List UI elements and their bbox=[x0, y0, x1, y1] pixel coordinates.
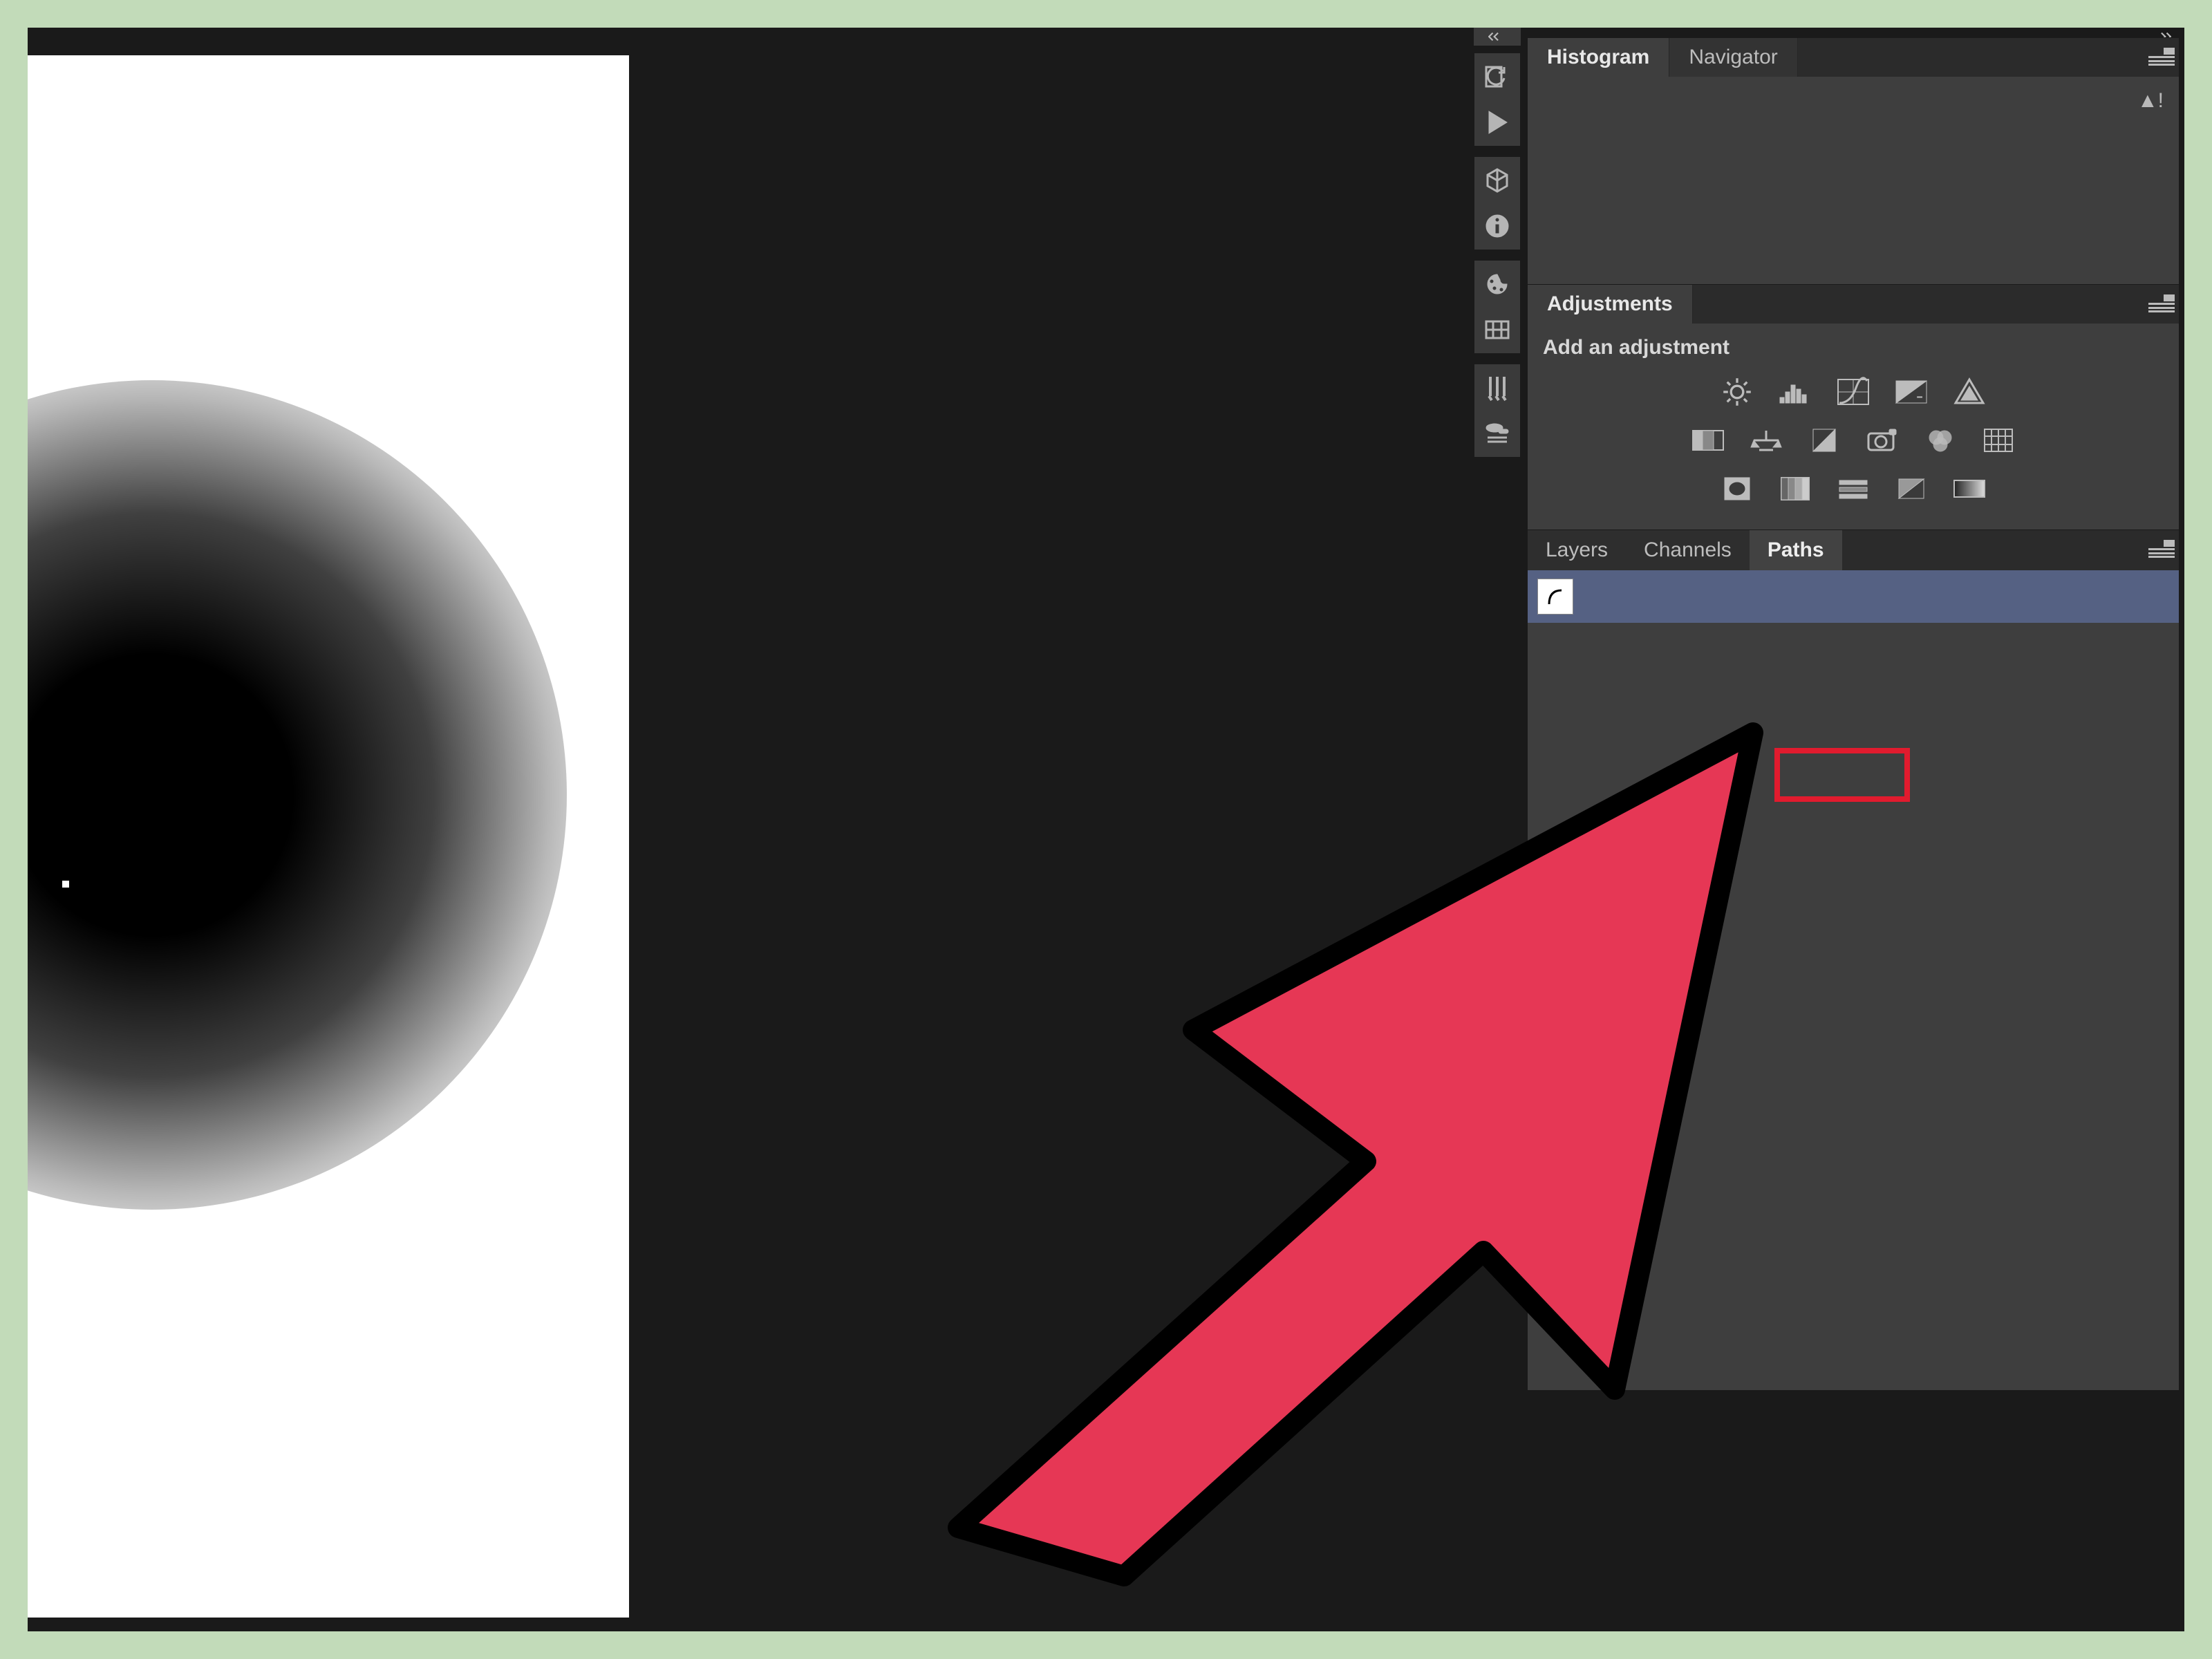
adjustments-tabrow: Adjustments bbox=[1528, 285, 2179, 324]
color-lookup-icon[interactable] bbox=[1978, 423, 2018, 458]
adjustments-row-3 bbox=[1541, 465, 2165, 513]
histogram-panel: Histogram Navigator ▲! bbox=[1528, 37, 2179, 284]
tab-spacer bbox=[1842, 530, 2179, 570]
threshold-icon[interactable] bbox=[1833, 471, 1873, 506]
tab-navigator[interactable]: Navigator bbox=[1669, 38, 1797, 77]
swatches-palette-icon[interactable] bbox=[1479, 266, 1515, 302]
tab-histogram[interactable]: Histogram bbox=[1528, 38, 1669, 77]
adjustments-body: Add an adjustment +− bbox=[1528, 324, 2179, 529]
path-anchor-point[interactable] bbox=[61, 879, 71, 889]
tutorial-highlight-box bbox=[1774, 748, 1910, 802]
panel-menu-icon[interactable] bbox=[2148, 540, 2175, 558]
app-frame: Histogram Navigator ▲! Adjustments Add a… bbox=[28, 28, 2184, 1631]
svg-text:+: + bbox=[1903, 382, 1909, 393]
levels-icon[interactable] bbox=[1775, 375, 1815, 409]
hue-saturation-icon[interactable] bbox=[1688, 423, 1728, 458]
adjustments-row-1: +− bbox=[1541, 368, 2165, 416]
history-icon[interactable] bbox=[1479, 59, 1515, 95]
icon-group-2 bbox=[1474, 156, 1521, 250]
warning-icon[interactable]: ▲! bbox=[2137, 89, 2164, 113]
invert-icon[interactable] bbox=[1717, 471, 1757, 506]
info-panel-icon[interactable] bbox=[1479, 208, 1515, 244]
icon-group-4 bbox=[1474, 364, 1521, 458]
photo-filter-icon[interactable] bbox=[1862, 423, 1902, 458]
color-grid-icon[interactable] bbox=[1479, 312, 1515, 348]
brightness-contrast-icon[interactable] bbox=[1717, 375, 1757, 409]
right-panel-stack: Histogram Navigator ▲! Adjustments Add a… bbox=[1528, 37, 2179, 1390]
curves-icon[interactable] bbox=[1833, 375, 1873, 409]
icon-group-1 bbox=[1474, 53, 1521, 147]
adjustments-title: Add an adjustment bbox=[1541, 332, 2165, 368]
tab-layers[interactable]: Layers bbox=[1528, 530, 1626, 570]
tab-spacer bbox=[1693, 285, 2179, 324]
posterize-icon[interactable] bbox=[1775, 471, 1815, 506]
path-thumbnail bbox=[1537, 579, 1573, 615]
path-item[interactable] bbox=[1528, 570, 2179, 623]
color-balance-icon[interactable] bbox=[1746, 423, 1786, 458]
actions-play-icon[interactable] bbox=[1479, 104, 1515, 140]
tab-adjustments[interactable]: Adjustments bbox=[1528, 285, 1693, 324]
channel-mixer-icon[interactable] bbox=[1920, 423, 1960, 458]
gradient-map-icon[interactable] bbox=[1949, 471, 1989, 506]
brushes-icon[interactable] bbox=[1479, 370, 1515, 406]
panel-menu-icon[interactable] bbox=[2148, 294, 2175, 312]
histogram-tabrow: Histogram Navigator bbox=[1528, 38, 2179, 77]
collapse-panels-left-icon[interactable] bbox=[1474, 28, 1521, 46]
canvas[interactable] bbox=[28, 55, 629, 1618]
tab-paths[interactable]: Paths bbox=[1750, 530, 1842, 570]
lcp-tabrow: Layers Channels Paths bbox=[1528, 530, 2179, 570]
panel-menu-icon[interactable] bbox=[2148, 48, 2175, 66]
3d-panel-icon[interactable] bbox=[1479, 162, 1515, 198]
exposure-icon[interactable]: +− bbox=[1891, 375, 1931, 409]
artwork-blur-circle bbox=[28, 380, 567, 1210]
selective-color-icon[interactable] bbox=[1891, 471, 1931, 506]
paths-list[interactable] bbox=[1528, 570, 2179, 1390]
tab-spacer bbox=[1798, 38, 2179, 77]
collapsed-panels-strip bbox=[1474, 53, 1521, 458]
adjustments-row-2 bbox=[1541, 416, 2165, 465]
vibrance-icon[interactable] bbox=[1949, 375, 1989, 409]
adjustments-panel: Adjustments Add an adjustment +− bbox=[1528, 284, 2179, 529]
brush-presets-icon[interactable] bbox=[1479, 415, 1515, 451]
tab-channels[interactable]: Channels bbox=[1626, 530, 1750, 570]
icon-group-3 bbox=[1474, 260, 1521, 354]
black-white-icon[interactable] bbox=[1804, 423, 1844, 458]
svg-text:−: − bbox=[1917, 391, 1922, 402]
layers-channels-paths-panel: Layers Channels Paths bbox=[1528, 529, 2179, 1390]
histogram-body: ▲! bbox=[1528, 77, 2179, 284]
